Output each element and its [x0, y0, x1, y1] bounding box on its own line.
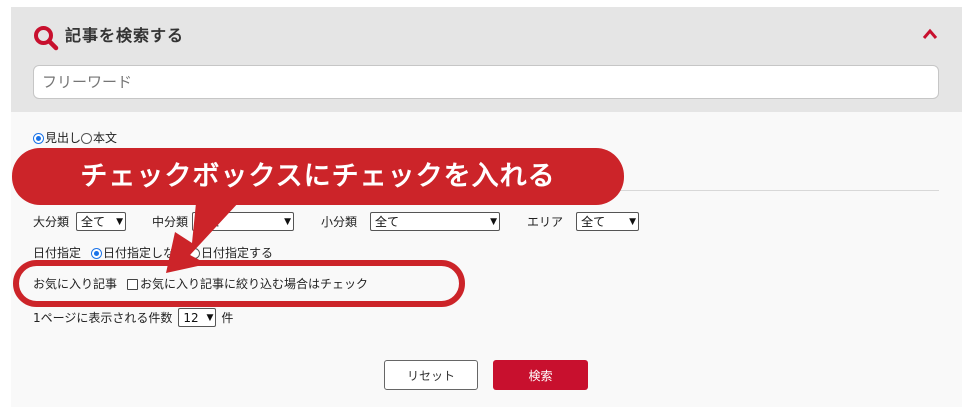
keyword-input[interactable]: [33, 65, 939, 99]
search-button[interactable]: 検索: [493, 360, 588, 390]
scope-row: 見出し 本文: [33, 130, 117, 146]
date-label: 日付指定: [33, 246, 82, 260]
per-page-label: 1ページに表示される件数: [33, 310, 173, 325]
scope-body-label: 本文: [93, 131, 118, 145]
major-category-select[interactable]: 全て ▼: [76, 212, 127, 231]
middle-category-select[interactable]: 全て ▼: [192, 212, 295, 231]
scope-radio-body[interactable]: [81, 132, 93, 144]
search-panel: 記事を検索する 見出し 本文 大分類 全て▼ 中分類 全て▼ 小分類 全て▼ エ…: [11, 7, 962, 407]
date-specify-label: 日付指定する: [201, 246, 274, 260]
minor-category-label: 小分類: [321, 214, 358, 229]
per-page-row: 1ページに表示される件数 12 ▼ 件: [33, 308, 233, 327]
per-page-select[interactable]: 12 ▼: [178, 308, 217, 327]
annotation-highlight: [13, 260, 465, 307]
major-category-label: 大分類: [33, 214, 70, 229]
date-radio-specify[interactable]: [189, 247, 201, 259]
page-title: 記事を検索する: [65, 26, 185, 45]
reset-button[interactable]: リセット: [384, 360, 478, 390]
area-label: エリア: [527, 214, 564, 229]
area-select[interactable]: 全て ▼: [576, 212, 640, 231]
search-header: 記事を検索する: [11, 7, 962, 112]
scope-radio-heading[interactable]: [33, 132, 44, 144]
date-none-label: 日付指定しない: [103, 246, 188, 260]
annotation-callout: チェックボックスにチェックを入れる: [12, 148, 624, 205]
minor-category-select[interactable]: 全て ▼: [370, 212, 501, 231]
chevron-up-icon[interactable]: [922, 28, 938, 40]
scope-heading-label: 見出し: [45, 131, 82, 145]
per-page-unit: 件: [221, 310, 234, 325]
date-radio-none[interactable]: [91, 247, 103, 259]
search-icon: [34, 26, 59, 51]
date-row: 日付指定 日付指定しない 日付指定する: [33, 245, 273, 261]
middle-category-label: 中分類: [152, 214, 189, 229]
category-row: 大分類 全て ▼ 中分類 全て ▼ 小分類 全て ▼ エリア 全て ▼: [33, 212, 640, 231]
